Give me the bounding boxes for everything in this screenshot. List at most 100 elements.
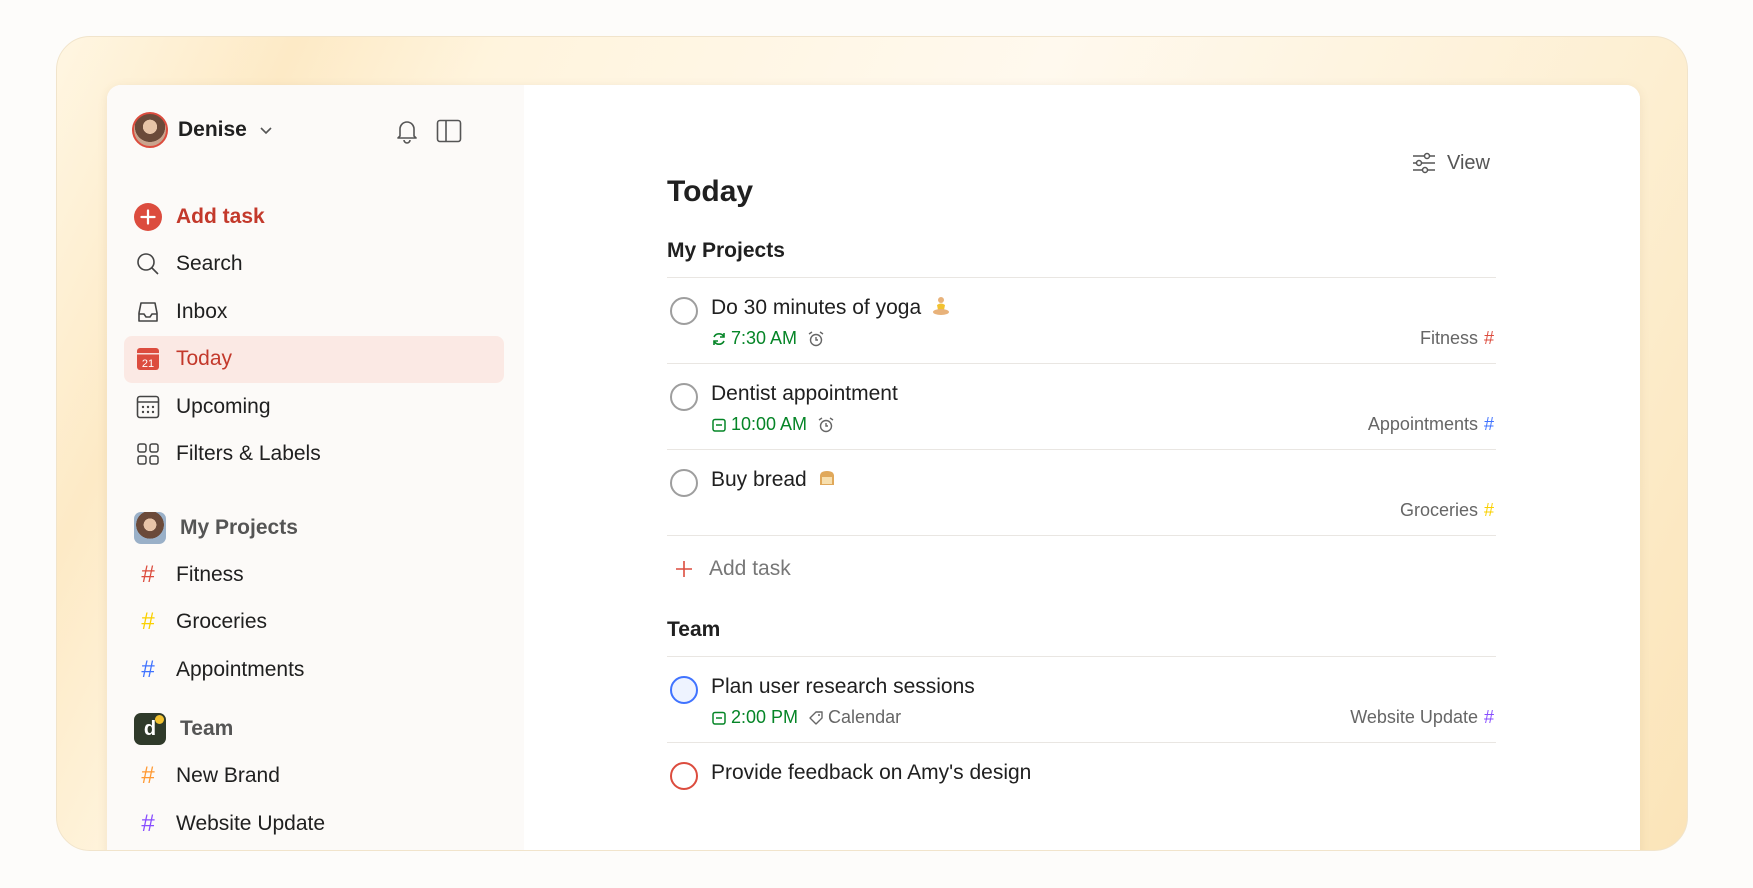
task-project-name: Fitness [1419,328,1478,348]
task-row[interactable]: Buy bread Groceries # [667,450,1496,536]
task-section-team: Team Plan user research sessions 2:00 PM… [667,618,1496,829]
task-row[interactable]: Provide feedback on Amy's design [667,743,1496,829]
bread-icon [819,471,834,485]
sidebar-item-label: Groceries [176,610,268,633]
bell-icon[interactable] [393,117,421,145]
hash-icon: # [1483,707,1494,727]
task-row[interactable]: Plan user research sessions 2:00 PM Cale… [667,657,1496,743]
task-meta: 10:00 AM [711,414,835,435]
task-project-tag[interactable]: Appointments # [1368,414,1494,435]
recurring-icon [713,332,725,345]
due-time[interactable]: 10:00 AM [711,414,807,435]
calendar-icon [712,711,726,725]
task-label[interactable]: Calendar [808,707,901,728]
calendar-today-icon: 21 [134,345,162,373]
alarm-clock-icon[interactable] [807,330,825,348]
task-checkbox[interactable] [670,297,698,325]
task-title-text: Buy bread [711,468,807,491]
page-title: Today [667,175,754,208]
hash-icon: # [1483,500,1494,520]
svg-text:21: 21 [142,358,154,370]
task-checkbox[interactable] [670,469,698,497]
task-row[interactable]: Do 30 minutes of yoga 7:30 AM Fitness # [667,278,1496,364]
calendar-icon [712,418,726,432]
team-avatar: d [134,713,166,745]
tag-icon [809,710,823,725]
sidebar-nav: Add task Search Inbox 21 Today Upcoming … [124,193,504,848]
add-task-inline-label: Add task [709,557,791,580]
hash-icon: # [141,560,155,588]
view-button[interactable]: View [1411,151,1490,175]
hash-icon: # [141,762,155,789]
sidebar-toggle-icon[interactable] [435,117,463,145]
person-in-lotus-position-icon [932,297,949,315]
task-checkbox[interactable] [670,762,698,790]
calendar-grid-icon [134,393,162,421]
task-project-name: Website Update [1350,707,1478,727]
sidebar-item-label: Website Update [176,811,326,835]
hash-icon: # [141,655,155,683]
sidebar-item-label: Appointments [176,657,305,681]
task-title: Do 30 minutes of yoga [711,296,951,320]
user-avatar [132,112,168,148]
sidebar-item-label: Fitness [176,562,244,586]
filters-grid-icon [134,440,162,468]
sidebar-item-upcoming[interactable]: Upcoming [124,383,504,430]
sidebar-project-website-update[interactable]: # Website Update [124,800,504,847]
alarm-clock-icon[interactable] [817,416,835,434]
task-section-my-projects: My Projects Do 30 minutes of yoga 7:30 A… [667,239,1496,602]
sidebar-project-groceries[interactable]: # Groceries [124,599,504,646]
add-task-label: Add task [176,204,265,228]
sidebar-item-label: Filters & Labels [176,442,321,465]
team-label: Team [180,717,234,740]
task-project-tag[interactable]: Fitness # [1420,328,1494,349]
task-title-text: Do 30 minutes of yoga [711,296,922,319]
task-checkbox[interactable] [670,676,698,704]
task-title: Buy bread [711,468,837,492]
sidebar-item-label: New Brand [176,764,280,787]
sliders-icon [1413,152,1435,174]
hash-icon: # [141,608,155,635]
section-title: My Projects [667,239,785,262]
due-time-text: 7:30 AM [731,328,798,348]
add-task-button[interactable]: Add task [124,193,504,240]
task-meta: 2:00 PM Calendar [711,707,901,728]
sidebar-item-today[interactable]: 21 Today [124,335,504,383]
background-frame: Denise Add task Search Inbox 21 Today Up… [56,36,1688,851]
my-projects-header[interactable]: My Projects [124,504,504,551]
sidebar-project-fitness[interactable]: # Fitness [124,551,504,598]
app-window: Denise Add task Search Inbox 21 Today Up… [107,85,1640,850]
sidebar-item-filters-labels[interactable]: Filters & Labels [124,431,504,478]
user-name: Denise [178,118,247,141]
plus-icon [676,561,692,577]
task-project-tag[interactable]: Groceries # [1400,500,1494,521]
task-row[interactable]: Dentist appointment 10:00 AM Appointment… [667,364,1496,450]
due-time-text: 2:00 PM [731,707,799,727]
task-project-tag[interactable]: Website Update # [1350,707,1494,728]
due-time[interactable]: 2:00 PM [711,707,798,728]
team-avatar-dot [155,715,164,724]
task-title: Dentist appointment [711,382,898,405]
main-content: View Today My Projects Do 30 minutes of … [524,85,1640,850]
sidebar: Denise Add task Search Inbox 21 Today Up… [107,85,524,850]
sidebar-item-inbox[interactable]: Inbox [124,288,504,335]
task-project-name: Groceries [1399,500,1478,520]
task-project-name: Appointments [1367,414,1478,434]
view-label: View [1447,151,1490,174]
hash-icon: # [1483,328,1494,348]
sidebar-item-search[interactable]: Search [124,241,504,288]
task-checkbox[interactable] [670,383,698,411]
sidebar-item-label: Inbox [176,299,228,323]
due-time[interactable]: 7:30 AM [711,328,797,349]
my-projects-avatar [134,511,166,544]
hash-icon: # [1483,414,1494,434]
sidebar-item-label: Upcoming [176,394,271,418]
hash-icon: # [141,809,155,837]
add-task-inline-button[interactable]: Add task [667,536,1496,602]
task-title: Provide feedback on Amy's design [711,761,1032,784]
team-header[interactable]: d Team [124,706,504,753]
sidebar-project-new-brand[interactable]: # New Brand [124,753,504,800]
task-title: Plan user research sessions [711,675,975,698]
sidebar-project-appointments[interactable]: # Appointments [124,646,504,693]
user-menu[interactable]: Denise [132,112,273,148]
